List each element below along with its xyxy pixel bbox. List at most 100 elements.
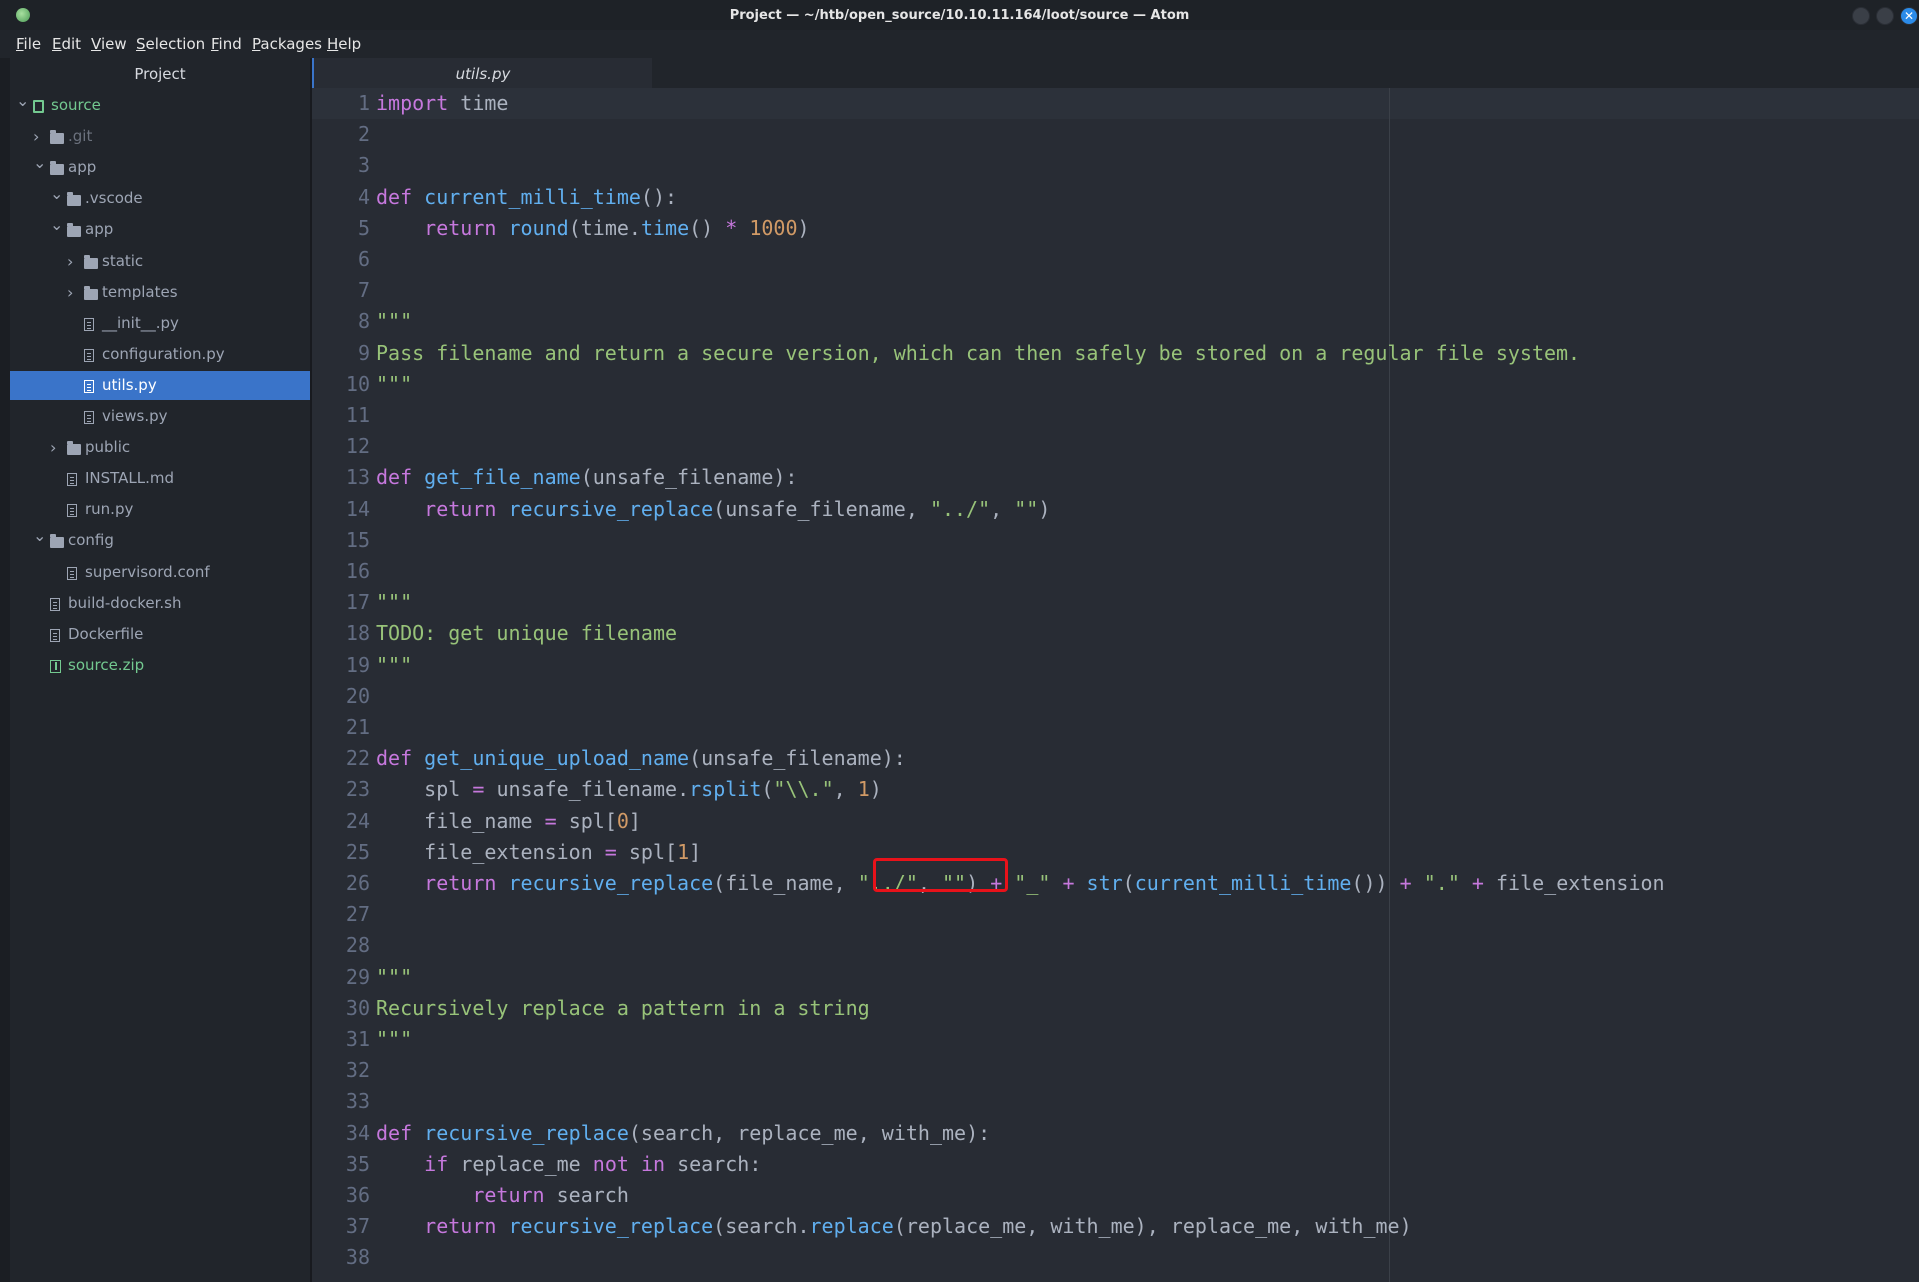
tree-item-views-py[interactable]: views.py [10, 402, 310, 431]
tree-item-supervisord-conf[interactable]: supervisord.conf [10, 558, 310, 587]
code-line[interactable]: 12 [312, 431, 1919, 462]
tree-item-label: __init__.py [102, 314, 179, 332]
chevron-down-icon[interactable]: ⌄ [50, 179, 63, 208]
menu-edit[interactable]: Edit [52, 35, 81, 53]
tree-item-build-docker-sh[interactable]: build-docker.sh [10, 589, 310, 618]
tree-item-static[interactable]: › static [10, 247, 310, 276]
code-line[interactable]: 25 file_extension = spl[1] [312, 837, 1919, 868]
code-line[interactable]: 31 """ [312, 1024, 1919, 1055]
menu-help[interactable]: Help [327, 35, 361, 53]
tree-item-templates[interactable]: › templates [10, 278, 310, 307]
code-line[interactable]: 13 def get_file_name(unsafe_filename): [312, 462, 1919, 493]
tree-item-public[interactable]: › public [10, 433, 310, 462]
file-icon [84, 349, 94, 362]
code-line[interactable]: 8 """ [312, 306, 1919, 337]
code-line[interactable]: 20 [312, 681, 1919, 712]
code-line[interactable]: 24 file_name = spl[0] [312, 806, 1919, 837]
tree-item-vscode[interactable]: ⌄ .vscode [10, 184, 310, 213]
code-text: def recursive_replace(search, replace_me… [376, 1121, 991, 1145]
tree-item-source-zip[interactable]: source.zip [10, 651, 310, 680]
chevron-down-icon[interactable]: ⌄ [33, 148, 46, 177]
code-line[interactable]: 9 Pass filename and return a secure versi… [312, 338, 1919, 369]
tree-item-app[interactable]: ⌄ app [10, 215, 310, 244]
minimize-button[interactable] [1852, 7, 1870, 25]
tree-item-run-py[interactable]: run.py [10, 495, 310, 524]
tree-item-git[interactable]: › .git [10, 122, 310, 151]
folder-icon [50, 161, 64, 175]
tree-item-init-py[interactable]: __init__.py [10, 309, 310, 338]
code-line[interactable]: 6 [312, 244, 1919, 275]
menu-selection[interactable]: Selection [136, 35, 205, 53]
code-line[interactable]: 33 [312, 1086, 1919, 1117]
chevron-down-icon[interactable]: ⌄ [50, 210, 63, 239]
chevron-right-icon[interactable]: › [67, 247, 79, 276]
chevron-down-icon[interactable]: ⌄ [16, 86, 29, 115]
line-number: 29 [345, 965, 370, 989]
code-line[interactable]: 7 [312, 275, 1919, 306]
tab-utils-py[interactable]: utils.py [312, 58, 652, 88]
code-line[interactable]: 11 [312, 400, 1919, 431]
tree-item-install-md[interactable]: INSTALL.md [10, 464, 310, 493]
tree-item-source[interactable]: ⌄ source [10, 91, 310, 120]
code-line[interactable]: 19 """ [312, 650, 1919, 681]
code-line[interactable]: 1 import time [312, 88, 1919, 119]
file-icon [84, 318, 94, 331]
chevron-down-icon[interactable]: ⌄ [33, 521, 46, 550]
code-line[interactable]: 30 Recursively replace a pattern in a str… [312, 993, 1919, 1024]
menu-find[interactable]: Find [211, 35, 242, 53]
folder-icon [84, 255, 98, 269]
code-editor[interactable]: 1 import time 2 3 4 def current_milli_time():… [312, 88, 1919, 1282]
code-line[interactable]: 28 [312, 930, 1919, 961]
close-button[interactable]: ✕ [1900, 7, 1918, 25]
file-icon [50, 598, 60, 611]
menu-file[interactable]: File [16, 35, 41, 53]
annotation-highlight-box [873, 858, 1008, 892]
code-line[interactable]: 3 [312, 150, 1919, 181]
chevron-right-icon[interactable]: › [33, 122, 45, 151]
maximize-button[interactable] [1876, 7, 1894, 25]
code-line[interactable]: 35 if replace_me not in search: [312, 1149, 1919, 1180]
menu-view[interactable]: View [91, 35, 127, 53]
tree-item-utils-py[interactable]: utils.py [10, 371, 310, 400]
code-line[interactable]: 27 [312, 899, 1919, 930]
code-line[interactable]: 18 TODO: get unique filename [312, 618, 1919, 649]
code-line[interactable]: 17 """ [312, 587, 1919, 618]
file-icon [84, 411, 94, 424]
code-line[interactable]: 34 def recursive_replace(search, replace_… [312, 1118, 1919, 1149]
tree-item-label: views.py [102, 407, 168, 425]
tree-item-dockerfile[interactable]: Dockerfile [10, 620, 310, 649]
code-line[interactable]: 14 return recursive_replace(unsafe_filen… [312, 494, 1919, 525]
tree-item-config[interactable]: ⌄ config [10, 526, 310, 555]
project-panel-title[interactable]: Project [10, 58, 310, 88]
code-line[interactable]: 32 [312, 1055, 1919, 1086]
tree-item-app[interactable]: ⌄ app [10, 153, 310, 182]
code-text: return round(time.time() * 1000) [424, 216, 810, 240]
tree-item-label: source.zip [68, 656, 145, 674]
code-line[interactable]: 16 [312, 556, 1919, 587]
tree-item-label: utils.py [102, 376, 157, 394]
line-number: 34 [345, 1121, 370, 1145]
code-line[interactable]: 5 return round(time.time() * 1000) [312, 213, 1919, 244]
tree-item-configuration-py[interactable]: configuration.py [10, 340, 310, 369]
code-line[interactable]: 21 [312, 712, 1919, 743]
line-number: 28 [345, 933, 370, 957]
code-line[interactable]: 22 def get_unique_upload_name(unsafe_file… [312, 743, 1919, 774]
code-line[interactable]: 2 [312, 119, 1919, 150]
chevron-right-icon[interactable]: › [67, 278, 79, 307]
line-number: 11 [345, 403, 370, 427]
code-line[interactable]: 26 return recursive_replace(file_name, "… [312, 868, 1919, 899]
folder-icon [67, 223, 81, 237]
code-line[interactable]: 38 [312, 1242, 1919, 1273]
menu-packages[interactable]: Packages [252, 35, 322, 53]
code-line[interactable]: 29 """ [312, 962, 1919, 993]
code-text: """ [376, 1027, 413, 1051]
code-line[interactable]: 4 def current_milli_time(): [312, 182, 1919, 213]
code-text: return recursive_replace(search.replace(… [424, 1214, 1412, 1238]
window-title: Project — ~/htb/open_source/10.10.11.164… [729, 8, 1190, 23]
code-line[interactable]: 23 spl = unsafe_filename.rsplit("\\.", 1… [312, 774, 1919, 805]
code-line[interactable]: 15 [312, 525, 1919, 556]
code-line[interactable]: 36 return search [312, 1180, 1919, 1211]
chevron-right-icon[interactable]: › [50, 433, 62, 462]
code-line[interactable]: 37 return recursive_replace(search.repla… [312, 1211, 1919, 1242]
code-line[interactable]: 10 """ [312, 369, 1919, 400]
